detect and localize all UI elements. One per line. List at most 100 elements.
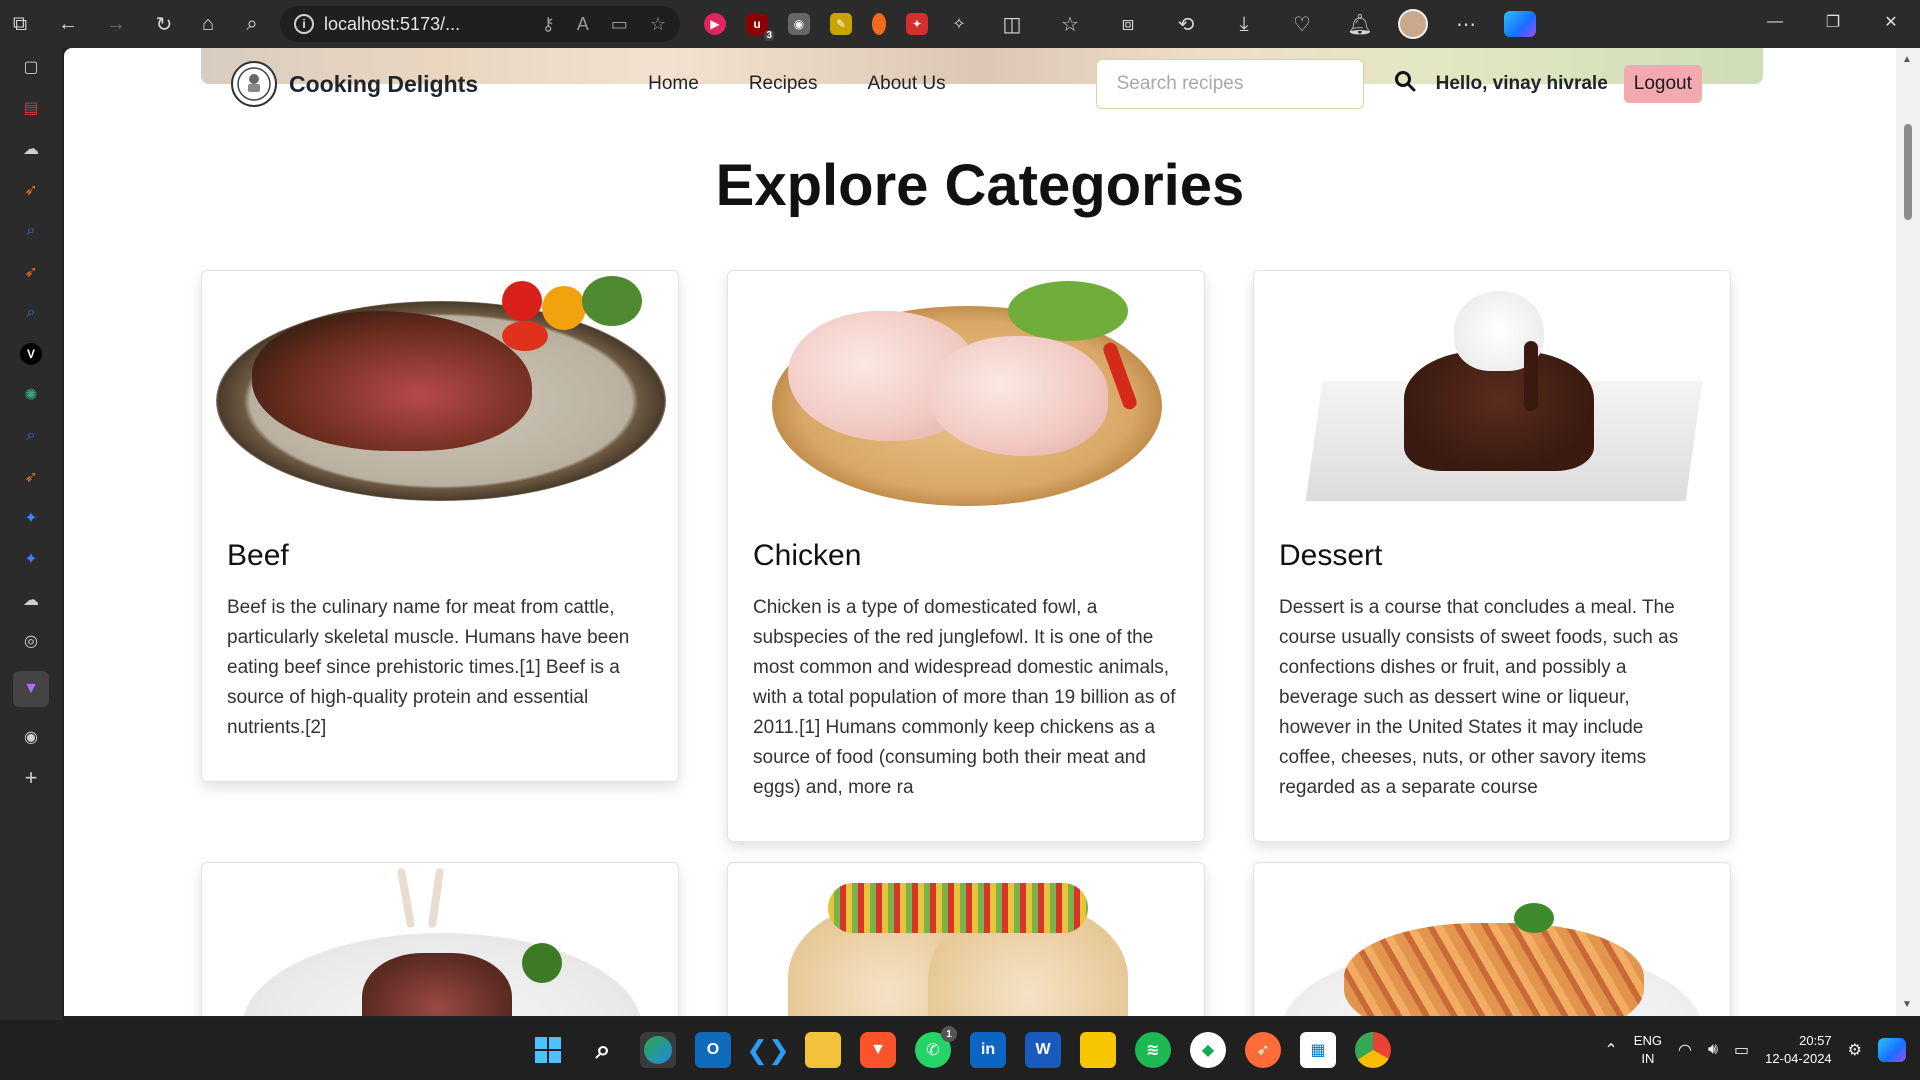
copilot-taskbar-icon[interactable] bbox=[1878, 1038, 1906, 1062]
gemini-2-icon[interactable]: ✦ bbox=[20, 548, 42, 570]
search-sidebar-2-icon[interactable]: ⌕ bbox=[20, 302, 42, 324]
back-icon[interactable]: ← bbox=[48, 4, 88, 44]
page-scrollbar[interactable]: ▲ ▼ bbox=[1896, 48, 1920, 1016]
battery-icon[interactable]: ▭ bbox=[1734, 1040, 1749, 1060]
media-extension-icon[interactable]: ▶ bbox=[704, 13, 726, 35]
key-icon[interactable]: ⚷ bbox=[542, 14, 555, 35]
page-viewport: Cooking Delights Home Recipes About Us H… bbox=[64, 48, 1896, 1016]
brand[interactable]: Cooking Delights bbox=[231, 61, 478, 107]
weather-2-icon[interactable]: ☁ bbox=[20, 589, 42, 611]
postman-3-icon[interactable]: ➶ bbox=[20, 466, 42, 488]
sticky-notes-icon[interactable] bbox=[1080, 1032, 1116, 1068]
extension-badge: 3 bbox=[764, 30, 774, 41]
site-info-icon[interactable]: i bbox=[294, 14, 314, 34]
microsoft-store-icon[interactable]: ▦ bbox=[1300, 1032, 1336, 1068]
ublock-extension-icon[interactable]: u3 bbox=[746, 13, 774, 41]
postman-taskbar-icon[interactable]: ➶ bbox=[1245, 1032, 1281, 1068]
category-card-mexican[interactable] bbox=[727, 862, 1205, 1016]
history-icon[interactable]: ⟲ bbox=[1166, 4, 1206, 44]
whatsapp-icon[interactable]: ✆ 1 bbox=[915, 1026, 957, 1068]
nav-about-us[interactable]: About Us bbox=[867, 73, 945, 95]
copilot-icon[interactable] bbox=[1504, 11, 1536, 37]
refresh-icon[interactable]: ↻ bbox=[144, 4, 184, 44]
scroll-up-icon[interactable]: ▲ bbox=[1902, 54, 1912, 65]
notifications-icon[interactable]: 🔔︎ bbox=[1340, 4, 1380, 44]
logout-button[interactable]: Logout bbox=[1623, 65, 1702, 103]
downloads-icon[interactable]: ⤓ bbox=[1224, 4, 1264, 44]
orange-extension-icon[interactable] bbox=[872, 13, 886, 35]
start-windows-icon[interactable] bbox=[530, 1032, 566, 1068]
forward-icon[interactable]: → bbox=[96, 4, 136, 44]
performance-icon[interactable]: ♡ bbox=[1282, 4, 1322, 44]
camera-sidebar-icon[interactable]: ◉ bbox=[20, 726, 42, 748]
vimeo-icon[interactable]: V bbox=[20, 343, 42, 365]
postman-2-icon[interactable]: ➶ bbox=[20, 261, 42, 283]
extensions-puzzle-icon[interactable]: ✧ bbox=[948, 13, 970, 35]
category-card-beef[interactable]: Beef Beef is the culinary name for meat … bbox=[201, 270, 679, 782]
scrollbar-thumb[interactable] bbox=[1904, 124, 1912, 220]
mongodb-icon[interactable]: ◆ bbox=[1190, 1032, 1226, 1068]
app-view-icon[interactable]: ▭ bbox=[611, 14, 628, 35]
chrome-icon[interactable] bbox=[1355, 1032, 1391, 1068]
github-icon[interactable]: ◎ bbox=[20, 630, 42, 652]
notes-extension-icon[interactable]: ✎ bbox=[830, 13, 852, 35]
tab-actions-icon[interactable]: ⧉ bbox=[0, 4, 40, 44]
gemini-icon[interactable]: ✦ bbox=[20, 507, 42, 529]
search-sidebar-icon[interactable]: ⌕ bbox=[20, 220, 42, 242]
address-bar[interactable]: i localhost:5173/... ⚷ A ▭ ☆ bbox=[280, 6, 680, 42]
tabs-icon[interactable]: ▢ bbox=[20, 56, 42, 78]
card-title: Chicken bbox=[753, 539, 862, 572]
settings-gear-icon[interactable]: ⚙ bbox=[1848, 1040, 1862, 1060]
clock[interactable]: 20:57 12-04-2024 bbox=[1765, 1032, 1832, 1068]
weather-icon[interactable]: ☁ bbox=[20, 138, 42, 160]
beef-image bbox=[202, 271, 678, 511]
category-card-pasta[interactable] bbox=[1253, 862, 1731, 1016]
volume-icon[interactable]: 🔊︎ bbox=[1708, 1041, 1718, 1059]
postman-icon[interactable]: ➶ bbox=[20, 179, 42, 201]
search-icon[interactable]: ⌕ bbox=[232, 4, 272, 44]
vite-icon[interactable]: ▼ bbox=[13, 671, 49, 707]
camera-extension-icon[interactable]: ◉ bbox=[788, 13, 810, 35]
scroll-down-icon[interactable]: ▼ bbox=[1902, 999, 1912, 1010]
home-icon[interactable]: ⌂ bbox=[188, 4, 228, 44]
restore-icon[interactable]: ❐ bbox=[1804, 0, 1862, 44]
card-description: Chicken is a type of domesticated fowl, … bbox=[753, 597, 1176, 798]
search-input[interactable] bbox=[1095, 59, 1364, 109]
chicken-image bbox=[728, 271, 1204, 511]
collections-icon[interactable]: ⧈ bbox=[1108, 4, 1148, 44]
search-button-icon[interactable] bbox=[1394, 70, 1416, 98]
read-aloud-icon[interactable]: A bbox=[577, 14, 589, 35]
add-sidebar-icon[interactable]: + bbox=[20, 765, 42, 790]
file-explorer-icon[interactable] bbox=[805, 1032, 841, 1068]
edge-icon[interactable] bbox=[640, 1032, 676, 1068]
favorites-icon[interactable]: ☆ bbox=[1050, 4, 1090, 44]
word-icon[interactable]: W bbox=[1025, 1032, 1061, 1068]
more-options-icon[interactable]: ⋯ bbox=[1446, 4, 1486, 44]
category-card-chicken[interactable]: Chicken Chicken is a type of domesticate… bbox=[727, 270, 1205, 842]
browser-toolbar: ⧉ ← → ↻ ⌂ ⌕ i localhost:5173/... ⚷ A ▭ ☆… bbox=[0, 0, 1920, 48]
category-card-lamb[interactable] bbox=[201, 862, 679, 1016]
nav-recipes[interactable]: Recipes bbox=[749, 73, 818, 95]
show-hidden-icons-icon[interactable]: ⌃ bbox=[1604, 1040, 1617, 1060]
wifi-icon[interactable]: ◠ bbox=[1678, 1040, 1692, 1060]
linkedin-icon[interactable]: in bbox=[970, 1032, 1006, 1068]
taskbar-search-icon[interactable]: ⌕ bbox=[585, 1032, 621, 1068]
outlook-icon[interactable]: O bbox=[695, 1032, 731, 1068]
red-extension-icon[interactable]: ✦ bbox=[906, 13, 928, 35]
chatgpt-icon[interactable]: ✺ bbox=[20, 384, 42, 406]
page-title: Explore Categories bbox=[715, 153, 1245, 218]
search-sidebar-3-icon[interactable]: ⌕ bbox=[20, 425, 42, 447]
nav-links: Home Recipes About Us bbox=[648, 73, 946, 95]
nav-home[interactable]: Home bbox=[648, 73, 699, 95]
close-icon[interactable]: ✕ bbox=[1862, 0, 1920, 44]
favorite-star-icon[interactable]: ☆ bbox=[650, 14, 666, 35]
profile-avatar[interactable] bbox=[1398, 9, 1428, 39]
vscode-icon[interactable]: ❮❯ bbox=[746, 1032, 790, 1068]
pdf-icon[interactable]: ▤ bbox=[20, 97, 42, 119]
spotify-icon[interactable]: ≋ bbox=[1135, 1032, 1171, 1068]
language-indicator[interactable]: ENG IN bbox=[1634, 1032, 1662, 1068]
minimize-icon[interactable]: — bbox=[1746, 0, 1804, 44]
category-card-dessert[interactable]: Dessert Dessert is a course that conclud… bbox=[1253, 270, 1731, 842]
brave-icon[interactable]: ▼ bbox=[860, 1032, 896, 1068]
split-screen-icon[interactable]: ◫ bbox=[992, 4, 1032, 44]
